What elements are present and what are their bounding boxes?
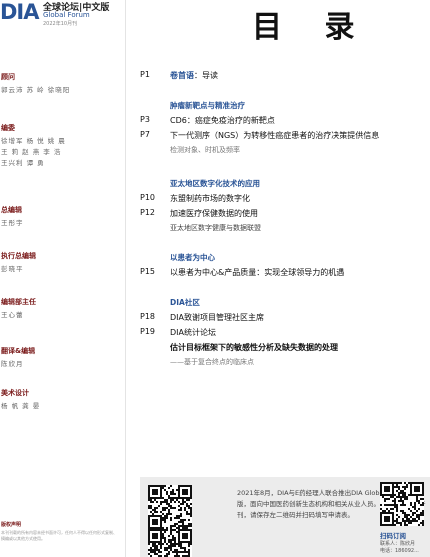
dia-logo: DIA [0, 0, 39, 24]
qr-code-image [148, 529, 192, 557]
masthead-title-en: Global Forum [43, 11, 90, 19]
toc-title: DIA统计论坛 [170, 328, 216, 337]
staff-names: 陈欣月 [1, 360, 24, 368]
preface-label: 卷首语 [170, 71, 194, 80]
toc-title: CD6：癌症免疫治疗的新靶点 [170, 116, 275, 125]
page-number: P1 [140, 70, 150, 79]
contact-line: 电话：186092... [380, 548, 419, 554]
staff-names: 王兴利 谭 勇 [1, 159, 45, 167]
toc-title: 东盟制药市场的数字化 [170, 194, 250, 203]
subscribe-qr-code [380, 482, 424, 526]
staff-role: 顾问 [1, 73, 15, 81]
page-number: P15 [140, 267, 156, 276]
staff-executive-editor: 执行总编辑 彭晓平 [1, 251, 36, 275]
toc-title: 加速医疗保健数据的使用 [170, 209, 258, 218]
toc-subtitle: 检测对象、时机及频率 [170, 146, 240, 154]
toc-subtitle: ——基于复合终点的临床点 [170, 358, 254, 366]
qr-code-image [148, 485, 192, 529]
staff-names: 王彤宇 [1, 219, 24, 227]
section-heading: 亚太地区数字化技术的应用 [170, 179, 260, 188]
staff-names: 徐增军 杨 悦 姚 晨 [1, 137, 66, 145]
toc-title: 以患者为中心&产品质量：实现全球领导力的机遇 [170, 268, 345, 277]
staff-advisors: 顾问 郭云沛 苏 岭 徐晓阳 [1, 72, 70, 96]
page-number: P3 [140, 115, 150, 124]
staff-translation-editing: 翻译&编辑 陈欣月 [1, 346, 35, 370]
toc-subtitle: 亚太地区数字健康与数据联盟 [170, 224, 261, 232]
page-number: P18 [140, 312, 156, 321]
staff-names: 杨 帆 龚 晏 [1, 402, 41, 410]
staff-names: 彭晓平 [1, 265, 24, 273]
column-divider [125, 0, 126, 557]
subscribe-label: 扫码订阅 [380, 532, 406, 540]
contact-line: 联系人：陈欣月 [380, 541, 416, 547]
issue-date: 2022年10月刊 [43, 21, 78, 27]
section-heading: 肿瘤新靶点与精准治疗 [170, 101, 245, 110]
staff-names: 王 莉 赵 燕 李 浩 [1, 148, 62, 156]
copyright-notice: 版权声明 本刊刊载的所有内容未经书面许可，任何人不得以任何形式复制、摘编或以其他… [1, 521, 119, 542]
subscription-panel: 2021年8月，DIA与E药经理人联合推出DIA Global Forum中文版… [140, 477, 430, 557]
staff-names: 王心蕾 [1, 311, 24, 319]
contact-info: 联系人：陈欣月 电话：186092... [380, 541, 419, 555]
staff-role: 美术设计 [1, 389, 29, 397]
staff-role: 编委 [1, 124, 15, 132]
staff-editorial-board: 编委 徐增军 杨 悦 姚 晨 王 莉 赵 燕 李 浩 王兴利 谭 勇 [1, 123, 66, 169]
toc-title: DIA致谢项目管理社区主席 [170, 313, 264, 322]
masthead: DIA 全球论坛|中文版 Global Forum 2022年10月刊 [0, 0, 125, 30]
staff-role: 翻译&编辑 [1, 347, 36, 355]
copyright-text: 本刊刊载的所有内容未经书面许可，任何人不得以任何形式复制、摘编或以其他方式使用。 [1, 530, 117, 541]
toc-title: 卷首语：导读 [170, 71, 218, 80]
staff-editor-in-chief: 总编辑 王彤宇 [1, 205, 24, 229]
staff-art-design: 美术设计 杨 帆 龚 晏 [1, 388, 40, 412]
section-heading: DIA社区 [170, 298, 200, 307]
staff-role: 编辑部主任 [1, 298, 36, 306]
staff-names: 郭云沛 苏 岭 徐晓阳 [1, 86, 71, 94]
page-number: P7 [140, 130, 150, 139]
copyright-title: 版权声明 [1, 522, 22, 528]
staff-editorial-director: 编辑部主任 王心蕾 [1, 297, 36, 321]
toc-title: 估计目标框架下的敏感性分析及缺失数据的处理 [170, 343, 338, 352]
staff-role: 总编辑 [1, 206, 22, 214]
section-heading: 以患者为中心 [170, 253, 215, 262]
page-number: P19 [140, 327, 156, 336]
page-title: 目 录 [252, 10, 371, 45]
preface-text: 导读 [202, 71, 218, 80]
page-number: P12 [140, 208, 156, 217]
sidebar: DIA 全球论坛|中文版 Global Forum 2022年10月刊 顾问 郭… [0, 0, 125, 557]
staff-role: 执行总编辑 [1, 252, 36, 260]
page-number: P10 [140, 193, 156, 202]
toc-title: 下一代测序（NGS）为转移性癌症患者的治疗决策提供信息 [170, 131, 380, 140]
